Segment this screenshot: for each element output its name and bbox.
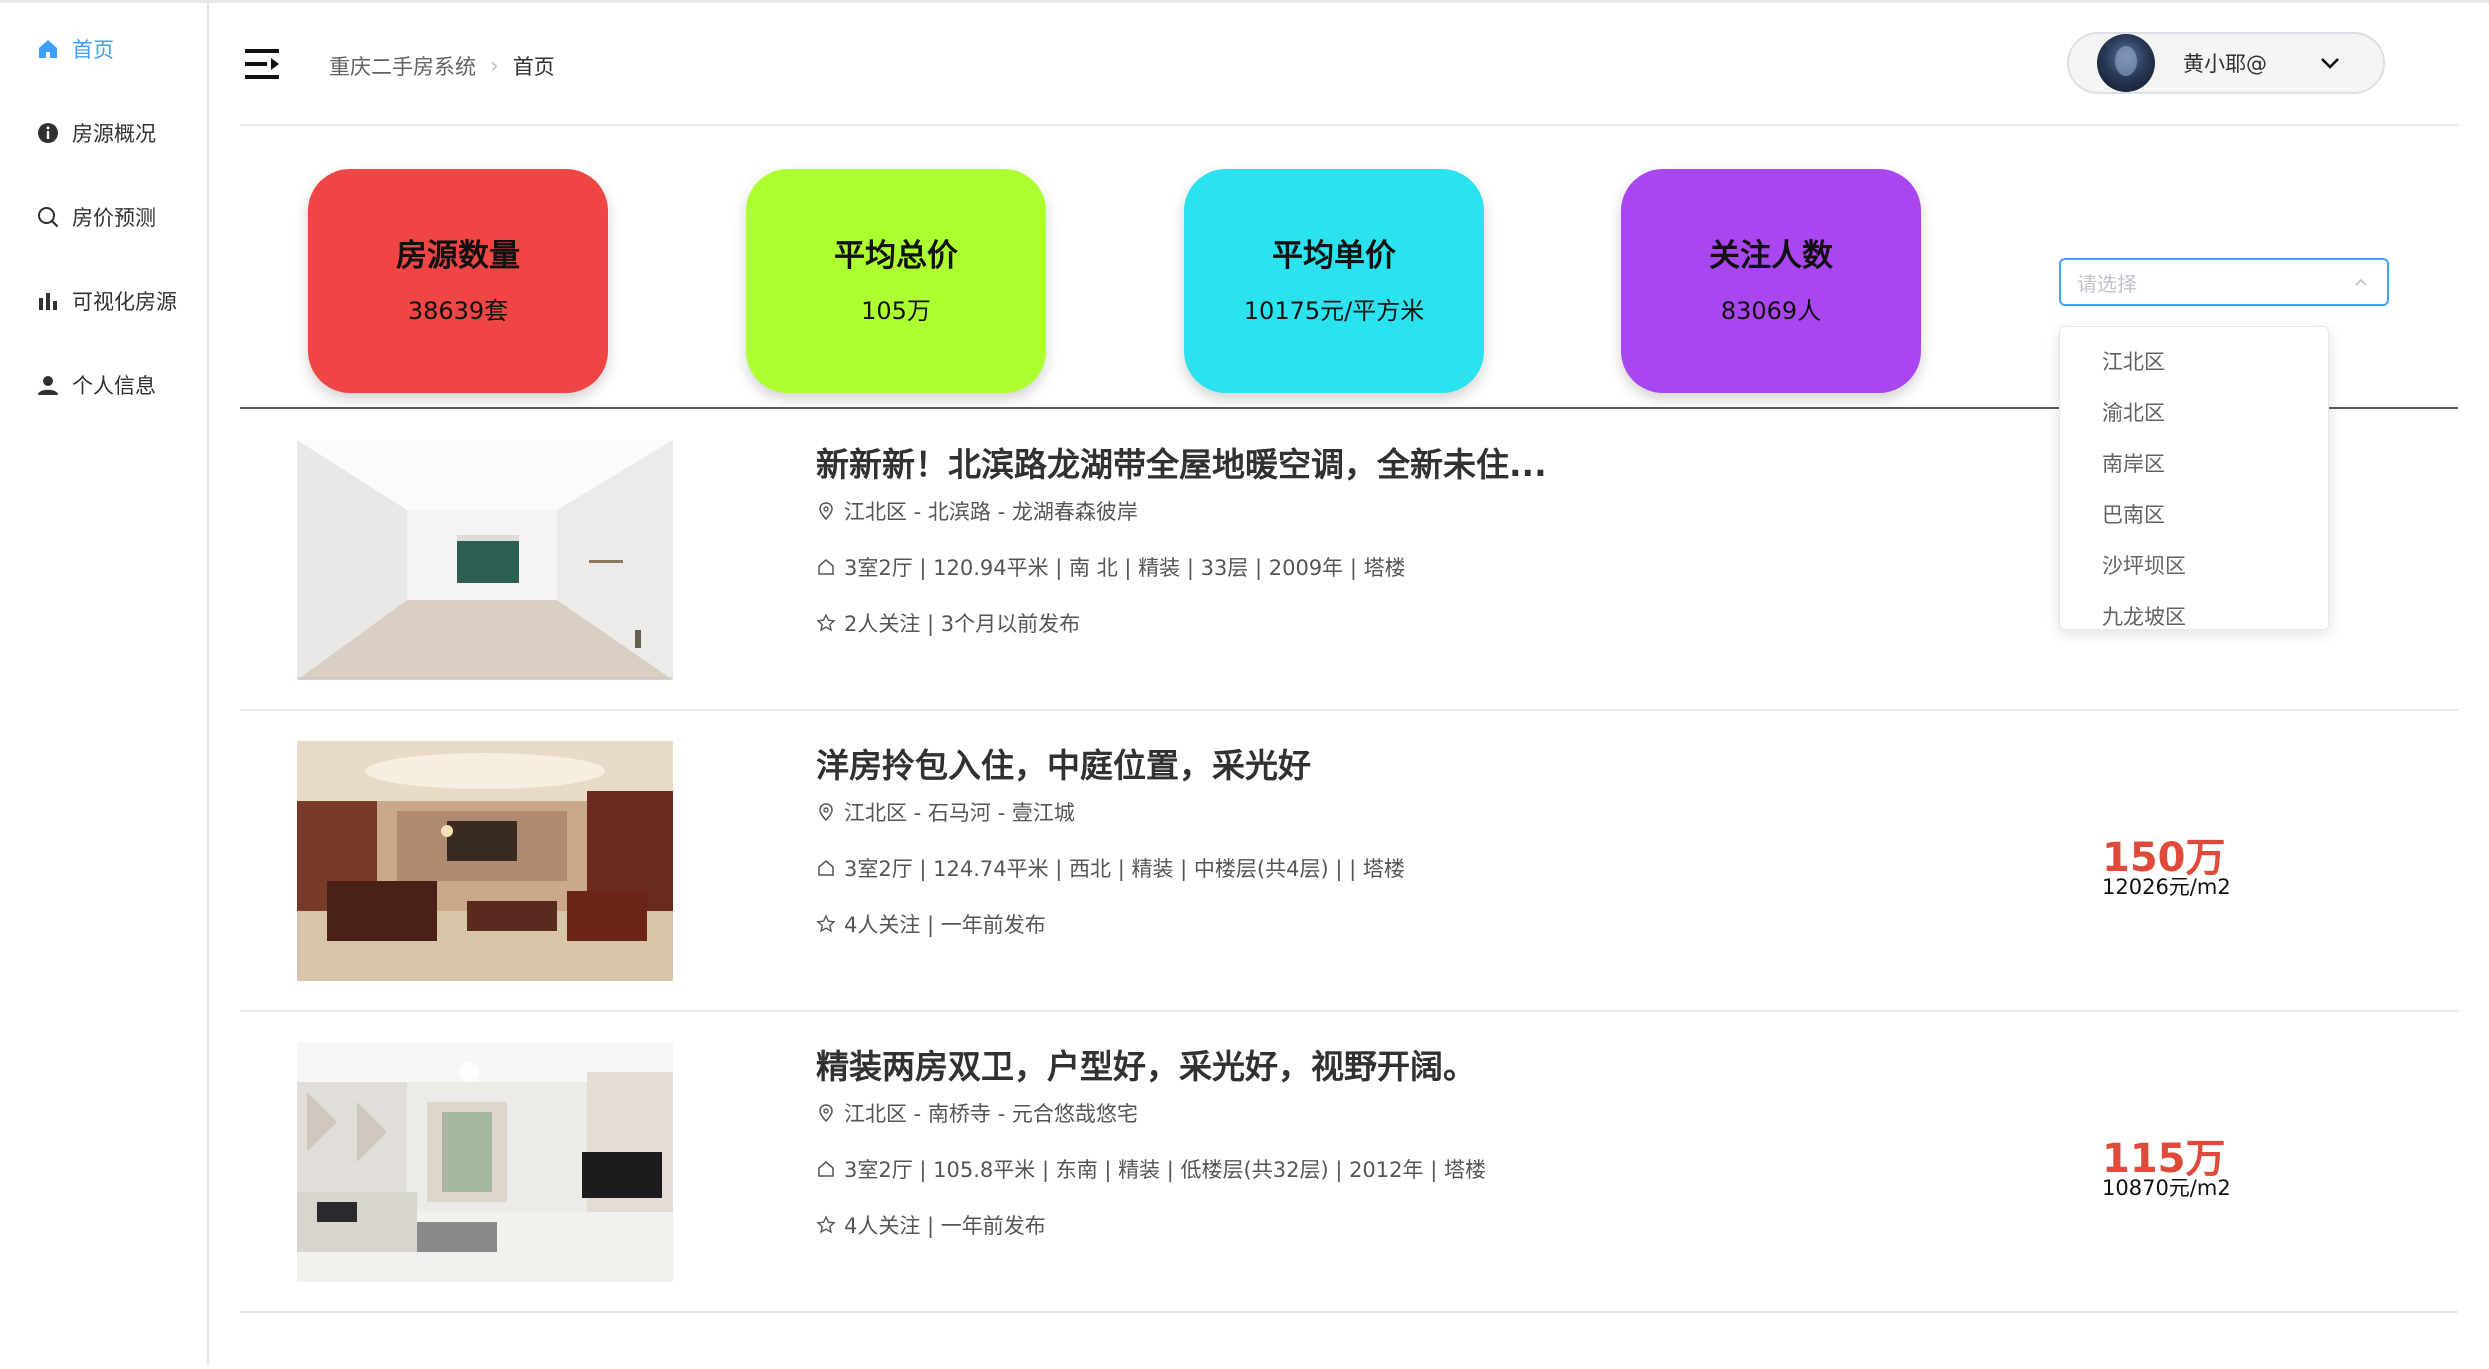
stat-title: 平均单价 [1272,238,1396,274]
user-menu[interactable]: 黄小耶@ [2067,32,2385,94]
star-icon [816,1215,836,1234]
district-dropdown: 江北区 渝北区 南岸区 巴南区 沙坪坝区 九龙坡区 [2059,326,2329,630]
home-icon [36,37,60,61]
star-icon [816,914,836,933]
sidebar-item-visualization[interactable]: 可视化房源 [0,259,207,343]
location-text: 江北区 - 北滨路 - 龙湖春森彼岸 [844,500,1138,524]
chevron-up-icon [2355,278,2367,286]
listing-meta: 2人关注 | 3个月以前发布 [816,608,1080,638]
listing-meta: 4人关注 | 一年前发布 [816,909,1046,939]
dropdown-option[interactable]: 南岸区 [2060,438,2328,488]
listing-photo[interactable] [297,1042,673,1282]
dropdown-option[interactable]: 沙坪坝区 [2060,540,2328,590]
avatar [2097,34,2155,92]
stat-card-avg-unit-price: 平均单价 10175元/平方米 [1184,169,1484,393]
stat-value: 10175元/平方米 [1243,297,1425,325]
stat-card-avg-total-price: 平均总价 105万 [746,169,1046,393]
listing-item[interactable]: 洋房拎包入住，中庭位置，采光好 江北区 - 石马河 - 壹江城 3室2厅 | 1… [240,711,2458,1012]
app-root: 首页 房源概况 房价预测 可视化房源 个人信息 重庆二手房系统 › 首页 黄小耶… [0,0,2489,1369]
stat-value: 83069人 [1720,297,1822,325]
breadcrumb: 重庆二手房系统 › 首页 [329,50,555,82]
house-icon [818,1161,834,1177]
sidebar-item-label: 个人信息 [72,374,156,398]
listing-photo[interactable] [297,741,673,981]
info-icon [36,121,60,145]
breadcrumb-root[interactable]: 重庆二手房系统 [329,51,476,81]
house-icon [818,559,834,575]
dropdown-option[interactable]: 巴南区 [2060,489,2328,539]
listing-location: 江北区 - 石马河 - 壹江城 [816,797,1075,827]
user-name: 黄小耶@ [2183,52,2267,76]
listing-specs: 3室2厅 | 124.74平米 | 西北 | 精装 | 中楼层(共4层) | |… [816,853,1405,883]
specs-text: 3室2厅 | 124.74平米 | 西北 | 精装 | 中楼层(共4层) | |… [844,857,1405,881]
listing-specs: 3室2厅 | 120.94平米 | 南 北 | 精装 | 33层 | 2009年… [816,552,1406,582]
stat-title: 平均总价 [834,238,958,274]
meta-text: 4人关注 | 一年前发布 [844,913,1046,937]
star-icon [816,613,836,632]
dropdown-option[interactable]: 九龙坡区 [2060,591,2328,629]
dropdown-option[interactable]: 江北区 [2060,336,2328,386]
location-text: 江北区 - 南桥寺 - 元合悠哉悠宅 [844,1102,1138,1126]
sidebar-item-profile[interactable]: 个人信息 [0,343,207,427]
location-pin-icon [819,803,833,822]
select-placeholder: 请选择 [2077,271,2137,296]
sidebar-item-home[interactable]: 首页 [0,7,207,91]
listing-meta: 4人关注 | 一年前发布 [816,1210,1046,1240]
sidebar-item-label: 首页 [72,38,114,62]
district-select[interactable]: 请选择 [2059,258,2389,306]
sidebar-item-label: 房价预测 [72,206,156,230]
header-divider [240,124,2458,126]
meta-text: 4人关注 | 一年前发布 [844,1214,1046,1238]
meta-text: 2人关注 | 3个月以前发布 [844,612,1081,636]
sidebar: 首页 房源概况 房价预测 可视化房源 个人信息 [0,3,209,1365]
location-pin-icon [819,1104,833,1123]
dropdown-option[interactable]: 渝北区 [2060,387,2328,437]
sidebar-item-overview[interactable]: 房源概况 [0,91,207,175]
listing-location: 江北区 - 北滨路 - 龙湖春森彼岸 [816,496,1138,526]
stat-value: 38639套 [407,297,509,325]
stat-card-listings: 房源数量 38639套 [308,169,608,393]
listing-title[interactable]: 洋房拎包入住，中庭位置，采光好 [816,739,1311,787]
sidebar-item-price-prediction[interactable]: 房价预测 [0,175,207,259]
specs-text: 3室2厅 | 105.8平米 | 东南 | 精装 | 低楼层(共32层) | 2… [844,1158,1486,1182]
stat-card-followers: 关注人数 83069人 [1621,169,1921,393]
house-icon [818,860,834,876]
listing-item[interactable]: 精装两房双卫，户型好，采光好，视野开阔。 江北区 - 南桥寺 - 元合悠哉悠宅 … [240,1012,2458,1313]
listing-divider [240,1311,2458,1313]
stat-title: 房源数量 [396,238,520,274]
bar-chart-icon [36,289,60,313]
user-icon [36,373,60,397]
sidebar-item-label: 房源概况 [72,122,156,146]
listing-title[interactable]: 新新新！北滨路龙湖带全屋地暖空调，全新未住... [816,438,1547,486]
listing-location: 江北区 - 南桥寺 - 元合悠哉悠宅 [816,1098,1138,1128]
listing-photo[interactable] [297,440,673,680]
stat-title: 关注人数 [1709,238,1833,274]
menu-toggle-icon[interactable] [243,46,283,82]
listing-specs: 3室2厅 | 105.8平米 | 东南 | 精装 | 低楼层(共32层) | 2… [816,1154,1486,1184]
listing-unit-price: 12026元/m2 [2102,875,2231,899]
location-pin-icon [819,502,833,521]
sidebar-item-label: 可视化房源 [72,290,177,314]
stat-value: 105万 [861,297,931,325]
chevron-right-icon: › [490,53,499,79]
breadcrumb-current: 首页 [512,55,555,79]
specs-text: 3室2厅 | 120.94平米 | 南 北 | 精装 | 33层 | 2009年… [844,556,1406,580]
listing-unit-price: 10870元/m2 [2102,1176,2231,1200]
top-border [0,0,2489,3]
search-icon [36,205,60,229]
listing-title[interactable]: 精装两房双卫，户型好，采光好，视野开阔。 [816,1040,1476,1088]
chevron-down-icon [2321,58,2339,69]
location-text: 江北区 - 石马河 - 壹江城 [844,801,1075,825]
